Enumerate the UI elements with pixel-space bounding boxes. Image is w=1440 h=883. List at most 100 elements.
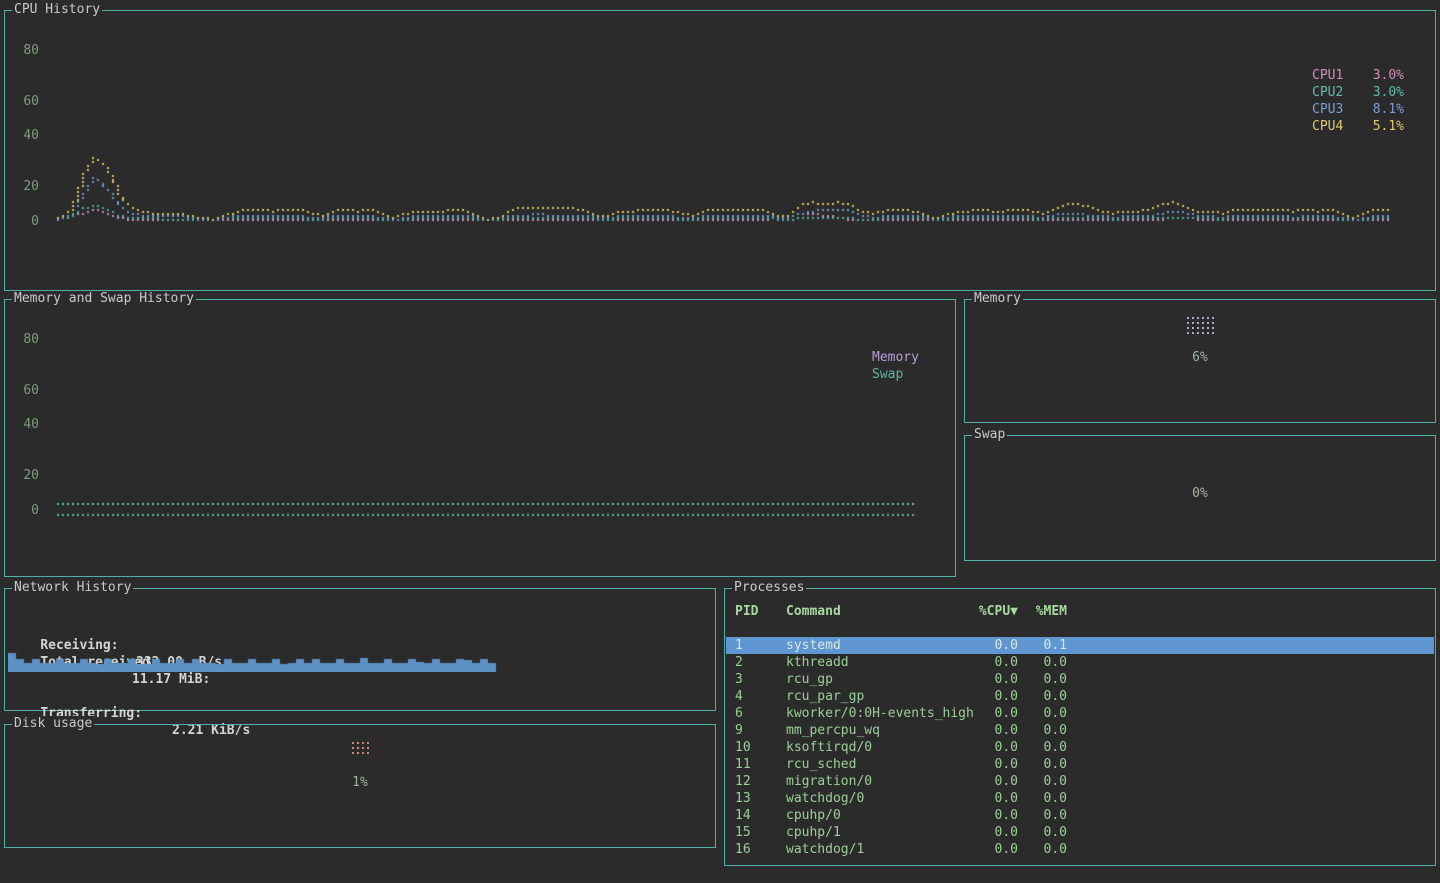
process-cell: 0.0 <box>1030 841 1067 858</box>
process-row[interactable]: 16watchdog/10.00.0 <box>726 841 1434 858</box>
cpu-legend-value: 5.1% <box>1373 118 1404 135</box>
panel-title-memory: Memory <box>972 291 1023 307</box>
y-axis-tick: 80 <box>23 331 39 348</box>
y-axis-tick: 60 <box>23 382 39 399</box>
process-table-header: PIDCommand%CPU▼%MEM <box>726 603 1434 620</box>
process-cell: 0.0 <box>954 841 1018 858</box>
process-column-header[interactable]: %MEM <box>1030 603 1067 620</box>
y-axis-tick: 0 <box>31 502 39 519</box>
panel-swap-gauge: Swap 0% <box>964 435 1436 561</box>
panel-network-history: Network History Receiving: 332.00 B/s To… <box>4 588 716 711</box>
process-cell: 0.0 <box>1030 756 1067 773</box>
process-cell: 16 <box>735 841 783 858</box>
process-cell: 9 <box>735 722 783 739</box>
cpu-legend-entry: CPU4 5.1% <box>1312 118 1404 135</box>
cpu-legend-name: CPU4 <box>1312 118 1343 135</box>
cpu-legend-entry: CPU3 8.1% <box>1312 101 1404 118</box>
process-cell: 13 <box>735 790 783 807</box>
process-cell: 0.0 <box>954 790 1018 807</box>
process-cell: 0.0 <box>1030 790 1067 807</box>
process-cell: 14 <box>735 807 783 824</box>
memory-swap-legend-entry: Memory <box>872 349 919 366</box>
cpu-legend-value: 8.1% <box>1373 101 1404 118</box>
panel-memory-swap-history: Memory and Swap History 806040200 Memory… <box>4 299 956 577</box>
memory-usage-percent: 6% <box>965 349 1435 366</box>
process-cell: 0.0 <box>954 654 1018 671</box>
cpu-history-chart <box>5 11 1435 290</box>
disk-gauge-dots <box>5 742 715 754</box>
y-axis-tick: 20 <box>23 178 39 195</box>
process-cell: 3 <box>735 671 783 688</box>
y-axis-tick: 60 <box>23 93 39 110</box>
panel-disk-usage: Disk usage 1% <box>4 724 716 848</box>
cpu-legend-name: CPU1 <box>1312 67 1343 84</box>
process-cell: 0.0 <box>1030 722 1067 739</box>
y-axis-tick: 40 <box>23 127 39 144</box>
process-cell: 0.0 <box>1030 705 1067 722</box>
cpu-legend: CPU1 3.0%CPU23.0%CPU3 8.1% CPU4 5.1% <box>1312 67 1404 135</box>
process-cell: 1 <box>735 637 783 654</box>
memory-swap-y-axis: 80 60 40 20 0 <box>15 300 39 576</box>
cpu-legend-name: CPU3 <box>1312 101 1343 118</box>
cpu-y-axis: 80 60 40 20 0 <box>15 11 39 290</box>
process-cell: 0.0 <box>954 722 1018 739</box>
process-cell: 0.0 <box>954 688 1018 705</box>
process-column-header[interactable]: %CPU▼ <box>954 603 1018 620</box>
total-received-value: 11.17 MiB: <box>132 671 210 688</box>
process-cell: 0.0 <box>1030 671 1067 688</box>
memory-swap-history-chart <box>5 300 955 576</box>
swap-usage-percent: 0% <box>965 485 1435 502</box>
process-cell: 0.0 <box>954 705 1018 722</box>
process-row[interactable]: 10ksoftirqd/00.00.0 <box>726 739 1434 756</box>
process-cell: 0.0 <box>954 807 1018 824</box>
process-cell: 0.0 <box>954 637 1018 654</box>
process-cell: 2 <box>735 654 783 671</box>
process-cell: 0.0 <box>1030 807 1067 824</box>
process-cell: 0.0 <box>1030 773 1067 790</box>
process-cell: 12 <box>735 773 783 790</box>
disk-usage-percent: 1% <box>5 774 715 791</box>
process-cell: 0.1 <box>1030 637 1067 654</box>
process-table-rows: 1systemd0.00.12kthreadd0.00.03rcu_gp0.00… <box>726 637 1434 858</box>
memory-swap-legend: MemorySwap <box>872 349 919 383</box>
process-cell: 0.0 <box>1030 824 1067 841</box>
cpu-legend-entry: CPU23.0% <box>1312 84 1404 101</box>
process-row[interactable]: 12migration/00.00.0 <box>726 773 1434 790</box>
y-axis-tick: 20 <box>23 467 39 484</box>
process-row[interactable]: 14cpuhp/00.00.0 <box>726 807 1434 824</box>
cpu-legend-value: 3.0% <box>1373 67 1404 84</box>
cpu-legend-value: 3.0% <box>1373 84 1404 101</box>
panel-title-processes: Processes <box>732 580 806 596</box>
panel-title-disk-usage: Disk usage <box>12 716 94 732</box>
process-cell: 0.0 <box>954 671 1018 688</box>
cpu-legend-entry: CPU1 3.0% <box>1312 67 1404 84</box>
process-row[interactable]: 3rcu_gp0.00.0 <box>726 671 1434 688</box>
process-row[interactable]: 6kworker/0:0H-events_high0.00.0 <box>726 705 1434 722</box>
process-cell: 11 <box>735 756 783 773</box>
process-cell: 15 <box>735 824 783 841</box>
process-cell: 0.0 <box>954 773 1018 790</box>
y-axis-tick: 40 <box>23 416 39 433</box>
process-cell: 0.0 <box>954 756 1018 773</box>
process-row[interactable]: 15cpuhp/10.00.0 <box>726 824 1434 841</box>
process-cell: 4 <box>735 688 783 705</box>
panel-memory-gauge: Memory 6% <box>964 299 1436 423</box>
process-cell: 0.0 <box>1030 739 1067 756</box>
y-axis-tick: 0 <box>31 213 39 230</box>
process-row[interactable]: 9mm_percpu_wq0.00.0 <box>726 722 1434 739</box>
process-row[interactable]: 11rcu_sched0.00.0 <box>726 756 1434 773</box>
y-axis-tick: 80 <box>23 42 39 59</box>
process-row[interactable]: 13watchdog/00.00.0 <box>726 790 1434 807</box>
process-cell: 0.0 <box>1030 688 1067 705</box>
panel-title-swap: Swap <box>972 427 1007 443</box>
process-cell: 0.0 <box>954 824 1018 841</box>
memory-swap-legend-entry: Swap <box>872 366 919 383</box>
system-monitor-screen: { "colors": { "background": "#2b2b2b", "… <box>0 0 1440 883</box>
process-cell: 0.0 <box>1030 654 1067 671</box>
process-row-selected[interactable]: 1systemd0.00.1 <box>726 637 1434 654</box>
network-receiving-graph <box>8 652 500 672</box>
process-column-header[interactable]: PID <box>735 603 783 620</box>
process-row[interactable]: 2kthreadd0.00.0 <box>726 654 1434 671</box>
process-row[interactable]: 4rcu_par_gp0.00.0 <box>726 688 1434 705</box>
process-cell: 10 <box>735 739 783 756</box>
